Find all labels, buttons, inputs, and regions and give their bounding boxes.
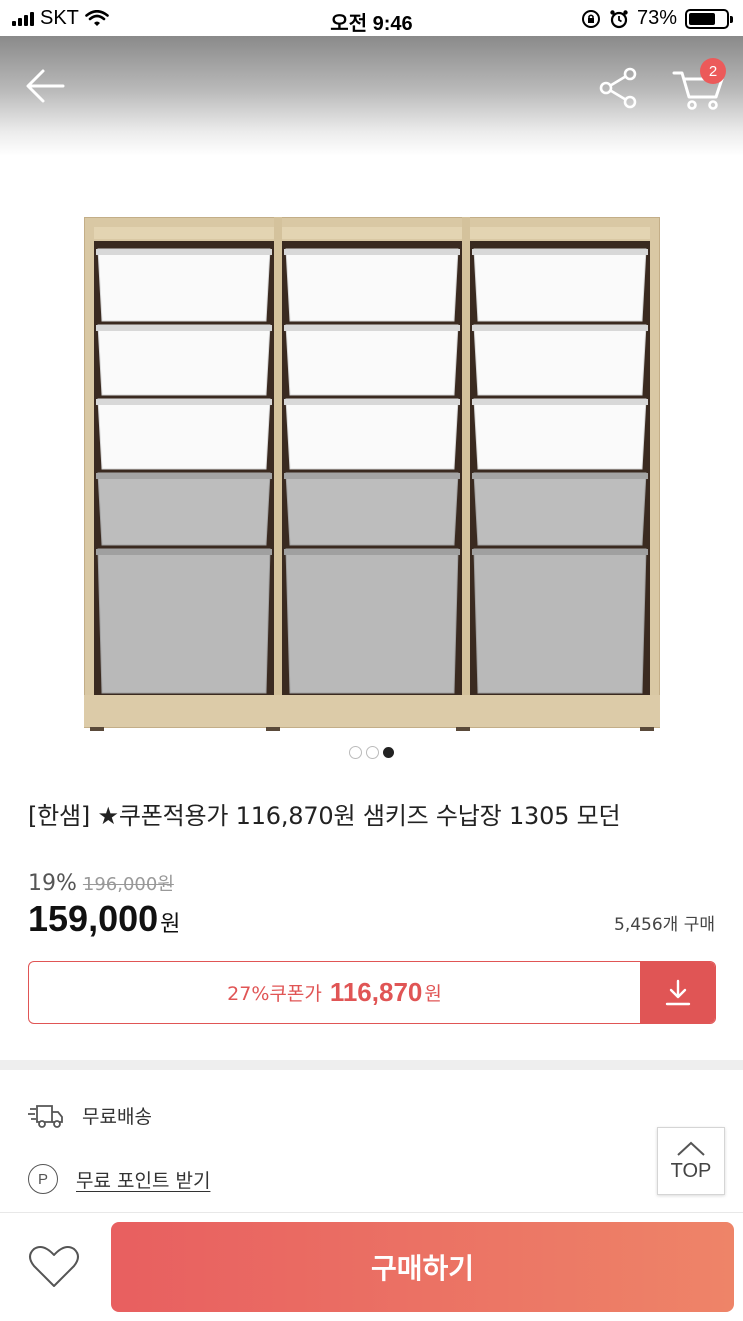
storage-bin [97,548,271,694]
coupon-price-unit: 원 [424,983,442,1005]
storage-bin-rim [472,325,648,331]
storage-bin-rim [96,325,272,331]
shelf-base [84,695,660,727]
shelf-top-rail [94,227,274,239]
alarm-icon [610,9,628,28]
carousel-dot[interactable] [366,746,379,759]
storage-bin-rim [472,399,648,405]
cart-count-badge: 2 [700,58,726,84]
price-row: 159,000 원 [28,898,180,940]
coupon-text: 27%쿠폰가 116,870 원 [29,962,640,1023]
storage-bin-rim [284,549,460,555]
storage-bin-rim [96,549,272,555]
status-bar: SKT 오전 9:46 73% [0,0,743,36]
wishlist-button[interactable] [26,1241,82,1293]
shelf-top-rail [282,227,462,239]
storage-bin-rim [472,549,648,555]
bottom-action-bar: 구매하기 [0,1212,743,1321]
storage-bin [97,472,271,546]
storage-bin-rim [284,249,460,255]
storage-bin [473,248,647,322]
storage-bin [473,324,647,396]
free-points-link[interactable]: 무료 포인트 받기 [76,1166,210,1193]
chevron-up-icon [677,1141,705,1156]
download-icon [665,979,690,1005]
price-unit: 원 [160,912,181,937]
free-points-row[interactable]: P 무료 포인트 받기 [28,1164,210,1194]
storage-bin [97,248,271,322]
battery-fill [689,12,716,25]
arrow-left-icon [26,69,65,103]
purchase-count: 5,456개 구매 [614,915,715,935]
carousel-dot[interactable] [349,746,362,759]
storage-bin-rim [472,249,648,255]
sale-price: 159,000 [28,898,159,939]
heart-icon [29,1246,79,1287]
storage-bin [473,398,647,470]
cart-button[interactable]: 2 [668,58,730,114]
status-right: 73% [581,7,733,30]
storage-bin [473,472,647,546]
battery-icon [685,8,733,29]
storage-bin [97,324,271,396]
storage-bin [97,398,271,470]
storage-bin-rim [96,399,272,405]
coupon-download-button[interactable] [640,962,715,1023]
storage-bin-rim [472,473,648,479]
storage-bin [285,324,459,396]
storage-shelf-image [83,216,661,731]
storage-bin [285,548,459,694]
scroll-top-button[interactable]: TOP [657,1127,725,1195]
storage-bin-rim [284,399,460,405]
product-image[interactable] [83,216,661,731]
storage-bin-rim [96,249,272,255]
orientation-lock-icon [581,9,600,28]
carousel-dot[interactable] [383,747,394,758]
discount-rate: 19% [28,871,77,896]
storage-bin [285,398,459,470]
scroll-top-label: TOP [670,1159,712,1182]
section-divider [0,1060,743,1070]
buy-button[interactable]: 구매하기 [111,1222,734,1312]
top-nav: 2 [0,36,743,156]
shelf-divider [462,217,470,727]
truck-icon [28,1104,63,1128]
storage-bin [473,548,647,694]
point-icon: P [28,1164,58,1194]
storage-bin-rim [96,473,272,479]
storage-bin [285,472,459,546]
storage-bin [285,248,459,322]
product-title: [한샘] ★쿠폰적용가 116,870원 샘키즈 수납장 1305 모던 [28,802,621,830]
battery-percent: 73% [636,7,677,29]
discount-row: 19% 196,000원 [28,870,174,896]
coupon-download-box[interactable]: 27%쿠폰가 116,870 원 [28,961,716,1024]
image-carousel-dots [0,746,743,759]
share-button[interactable] [594,64,642,112]
shelf-divider [274,217,282,727]
original-price: 196,000원 [82,874,174,895]
shelf-top-rail [470,227,650,239]
storage-bin-rim [284,325,460,331]
coupon-price: 116,870 [329,977,423,1007]
free-shipping-row: 무료배송 [28,1102,152,1129]
coupon-label: 27%쿠폰가 [227,983,322,1005]
storage-bin-rim [284,473,460,479]
share-icon [599,67,637,109]
back-button[interactable] [20,64,70,108]
free-shipping-label: 무료배송 [82,1106,152,1128]
